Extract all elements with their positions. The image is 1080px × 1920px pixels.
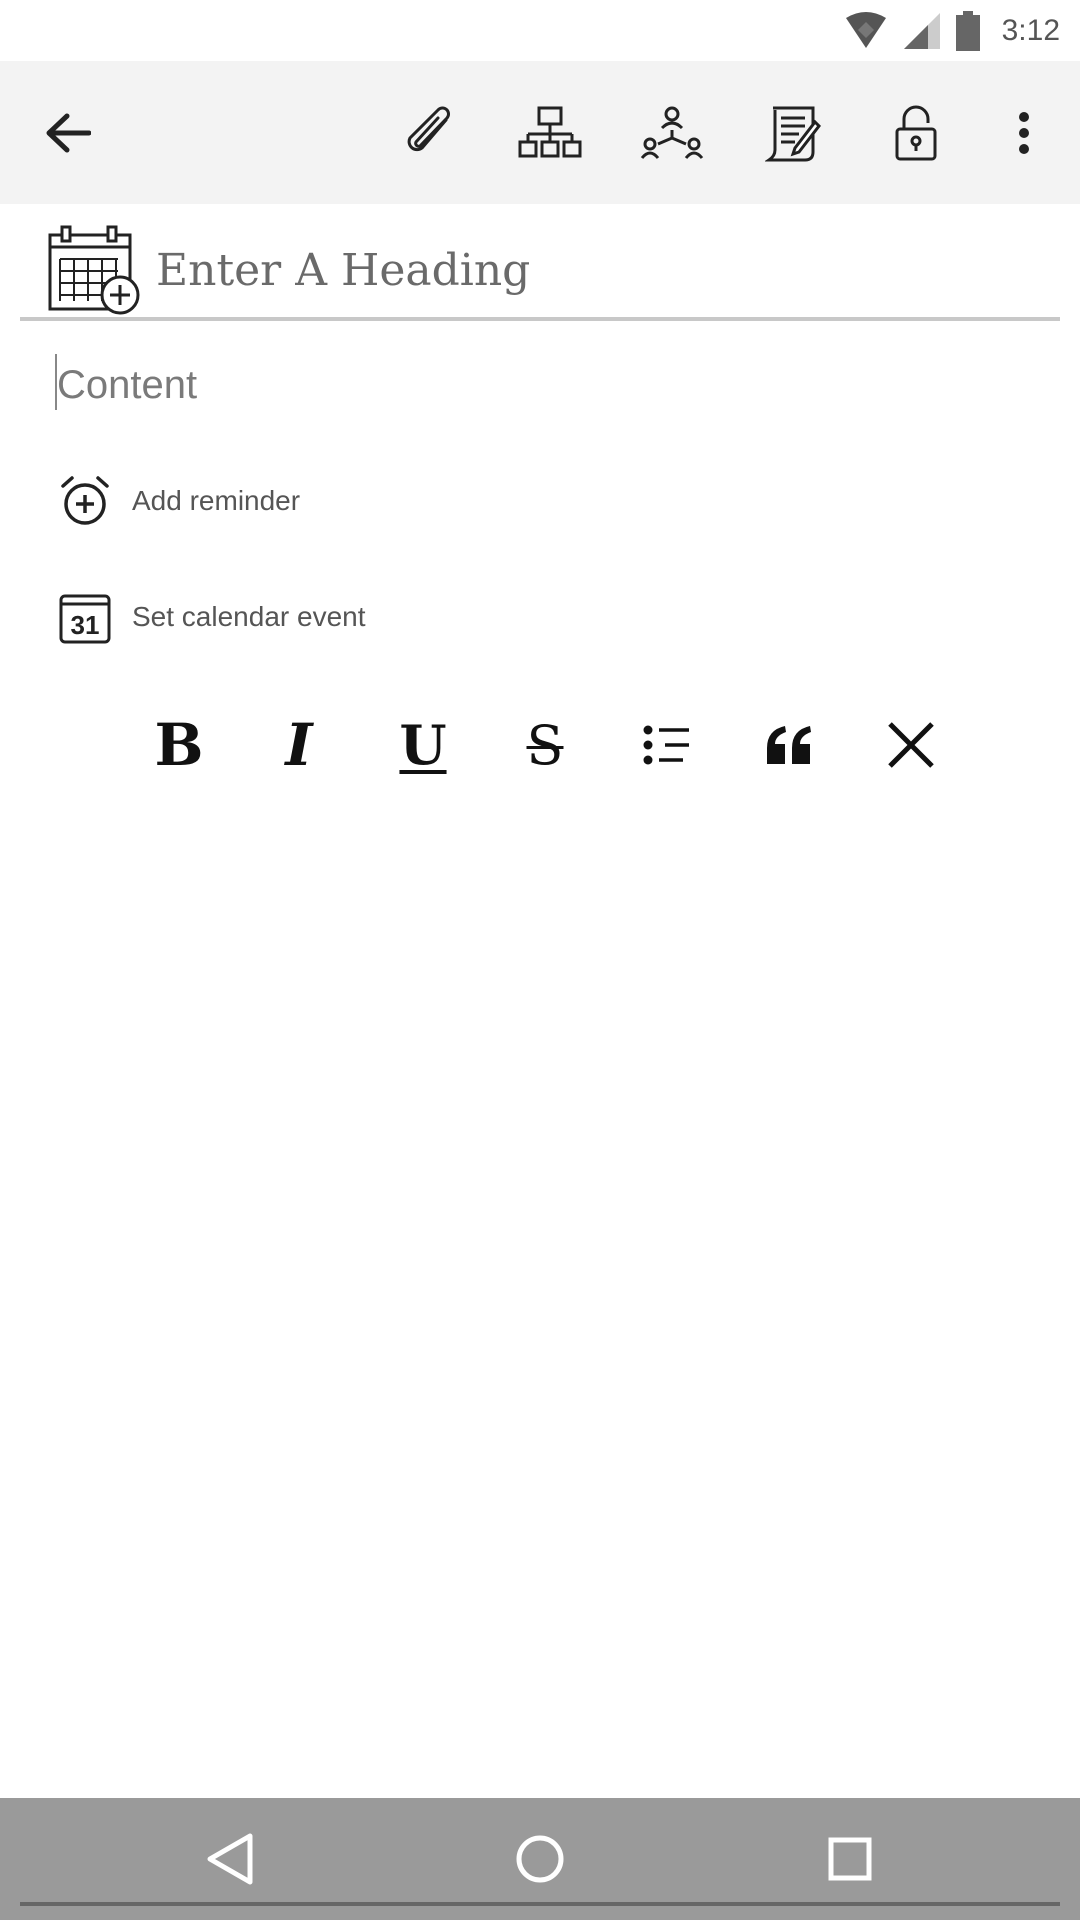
- hierarchy-button[interactable]: [516, 61, 584, 204]
- people-network-icon: [640, 106, 704, 159]
- italic-button[interactable]: I: [254, 700, 344, 790]
- status-time: 3:12: [1001, 13, 1060, 47]
- nav-divider: [20, 1902, 1060, 1906]
- more-vert-icon: [1019, 111, 1029, 154]
- quote-icon: [767, 726, 811, 764]
- lock-button[interactable]: [888, 61, 944, 204]
- add-reminder-label: Add reminder: [132, 485, 301, 516]
- close-format-button[interactable]: [866, 700, 956, 790]
- alarm-add-icon: [61, 476, 109, 525]
- text-caret: [55, 354, 57, 410]
- status-bar: 3:12: [0, 0, 1080, 61]
- toolbar: [0, 61, 1080, 204]
- content-input[interactable]: [55, 350, 1035, 420]
- calendar-add-icon[interactable]: [48, 223, 144, 315]
- back-arrow-icon: [46, 113, 91, 152]
- content-area[interactable]: [55, 350, 1035, 420]
- calendar-event-icon: 31: [59, 594, 111, 644]
- nav-recents-icon: [828, 1837, 872, 1881]
- set-calendar-event-button[interactable]: 31 Set calendar event: [58, 582, 366, 652]
- bullet-list-icon: [643, 725, 689, 765]
- strikethrough-button[interactable]: S: [500, 700, 590, 790]
- battery-icon: [955, 10, 980, 51]
- add-reminder-button[interactable]: Add reminder: [58, 466, 300, 536]
- navigation-bar: [0, 1798, 1080, 1920]
- share-network-button[interactable]: [638, 61, 706, 204]
- heading-row: [20, 215, 1060, 321]
- document-edit-button[interactable]: [762, 61, 824, 204]
- underline-button[interactable]: U: [378, 700, 468, 790]
- bold-button[interactable]: B: [134, 700, 224, 790]
- bullet-list-button[interactable]: [622, 700, 712, 790]
- paperclip-icon: [407, 106, 450, 151]
- nav-home-icon: [516, 1835, 564, 1883]
- quote-button[interactable]: [744, 700, 834, 790]
- wifi-icon: [845, 11, 886, 48]
- unlock-icon: [895, 105, 937, 160]
- cell-signal-icon: [903, 12, 940, 49]
- back-button[interactable]: [38, 61, 98, 204]
- set-calendar-event-label: Set calendar event: [132, 601, 366, 632]
- document-edit-icon: [765, 106, 821, 161]
- format-bar: B I U S: [0, 700, 1080, 790]
- status-icons: 3:12: [844, 0, 1060, 61]
- more-options-button[interactable]: [1004, 61, 1044, 204]
- heading-input[interactable]: [156, 235, 1036, 305]
- calendar-day-number: 31: [71, 610, 100, 640]
- attach-button[interactable]: [396, 61, 460, 204]
- hierarchy-icon: [518, 106, 582, 157]
- nav-back-icon: [207, 1833, 253, 1885]
- close-icon: [888, 722, 934, 768]
